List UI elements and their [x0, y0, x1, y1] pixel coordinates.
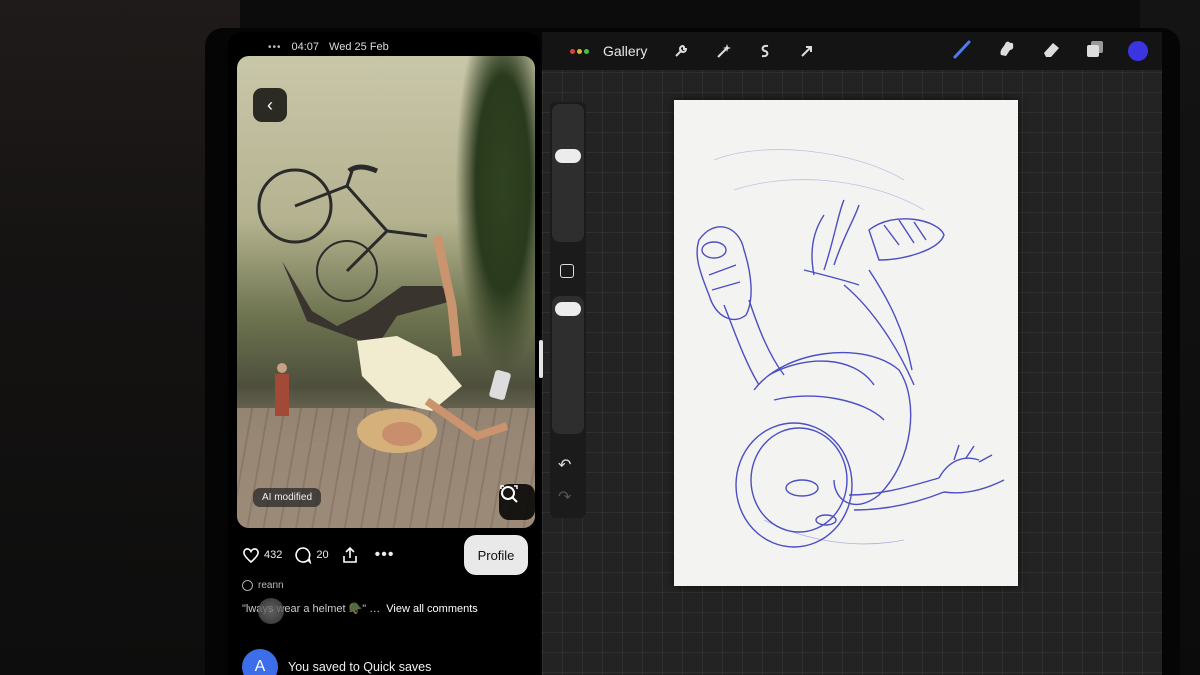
- opacity-thumb[interactable]: [555, 302, 581, 316]
- pin-image[interactable]: ‹ AI modified: [237, 56, 535, 528]
- author-name: reann: [258, 580, 284, 591]
- comment-icon: [295, 547, 312, 564]
- status-date: Wed 25 Feb: [329, 41, 389, 53]
- procreate-toolbar: Gallery: [542, 32, 1162, 70]
- comment-button[interactable]: 20: [294, 546, 329, 564]
- status-time: 04:07: [291, 41, 320, 53]
- layers-icon[interactable]: [1084, 38, 1106, 65]
- magic-wand-icon[interactable]: [715, 43, 732, 59]
- ai-modified-badge: AI modified: [253, 488, 322, 507]
- redo-icon[interactable]: ↷: [558, 487, 571, 507]
- like-count: 432: [264, 549, 283, 561]
- pin-author[interactable]: reann: [242, 580, 284, 591]
- view-all-comments-link[interactable]: View all comments: [386, 603, 478, 615]
- gallery-button[interactable]: Gallery: [603, 43, 647, 59]
- smudge-icon[interactable]: [996, 38, 1018, 65]
- multitask-dots[interactable]: [570, 48, 589, 54]
- touch-indicator: [258, 598, 284, 624]
- share-button[interactable]: [341, 546, 359, 564]
- opacity-slider[interactable]: [552, 296, 584, 434]
- eraser-icon[interactable]: [1040, 38, 1062, 65]
- transform-arrow-icon[interactable]: [799, 43, 815, 59]
- visual-search-button[interactable]: [499, 484, 535, 520]
- pin-viewer-app: ••• 04:07 Wed 25 Feb ‹ AI modified 432 2…: [228, 32, 540, 675]
- brush-icon[interactable]: [952, 38, 974, 65]
- traffic-dot-green: [584, 48, 589, 54]
- paint-tools: [952, 32, 1148, 70]
- modify-button[interactable]: [560, 264, 574, 278]
- visual-search-icon: [500, 485, 518, 503]
- share-icon: [342, 546, 357, 563]
- more-options-button[interactable]: •••: [375, 546, 395, 564]
- undo-icon[interactable]: ↶: [558, 455, 571, 475]
- comment-count: 20: [316, 549, 329, 561]
- multitask-dots[interactable]: •••: [268, 42, 282, 53]
- procreate-app: Gallery ↶ ↷: [542, 32, 1162, 675]
- wrench-icon[interactable]: [673, 43, 689, 59]
- selection-icon[interactable]: [757, 43, 773, 59]
- like-button[interactable]: 432: [242, 547, 282, 563]
- save-toast[interactable]: A You saved to Quick saves: [242, 649, 431, 675]
- sketch-drawing: [696, 149, 1005, 548]
- drawing-canvas[interactable]: [674, 100, 1018, 586]
- brush-size-thumb[interactable]: [555, 149, 581, 163]
- traffic-dot-red: [570, 48, 575, 54]
- status-bar: ••• 04:07 Wed 25 Feb: [228, 36, 540, 58]
- heart-icon: [243, 548, 259, 563]
- color-picker[interactable]: [1128, 41, 1148, 61]
- author-avatar: [242, 580, 253, 591]
- photo-scene: [257, 164, 511, 453]
- split-view-divider[interactable]: [539, 340, 543, 378]
- toast-message: You saved to Quick saves: [288, 660, 432, 674]
- toast-avatar: A: [242, 649, 278, 675]
- brush-size-slider[interactable]: [552, 104, 584, 242]
- procreate-sidebar: ↶ ↷: [550, 102, 586, 518]
- traffic-dot-yellow: [577, 48, 582, 54]
- profile-button[interactable]: Profile: [464, 535, 528, 575]
- background-room-left: [0, 0, 240, 675]
- back-button[interactable]: ‹: [253, 88, 287, 122]
